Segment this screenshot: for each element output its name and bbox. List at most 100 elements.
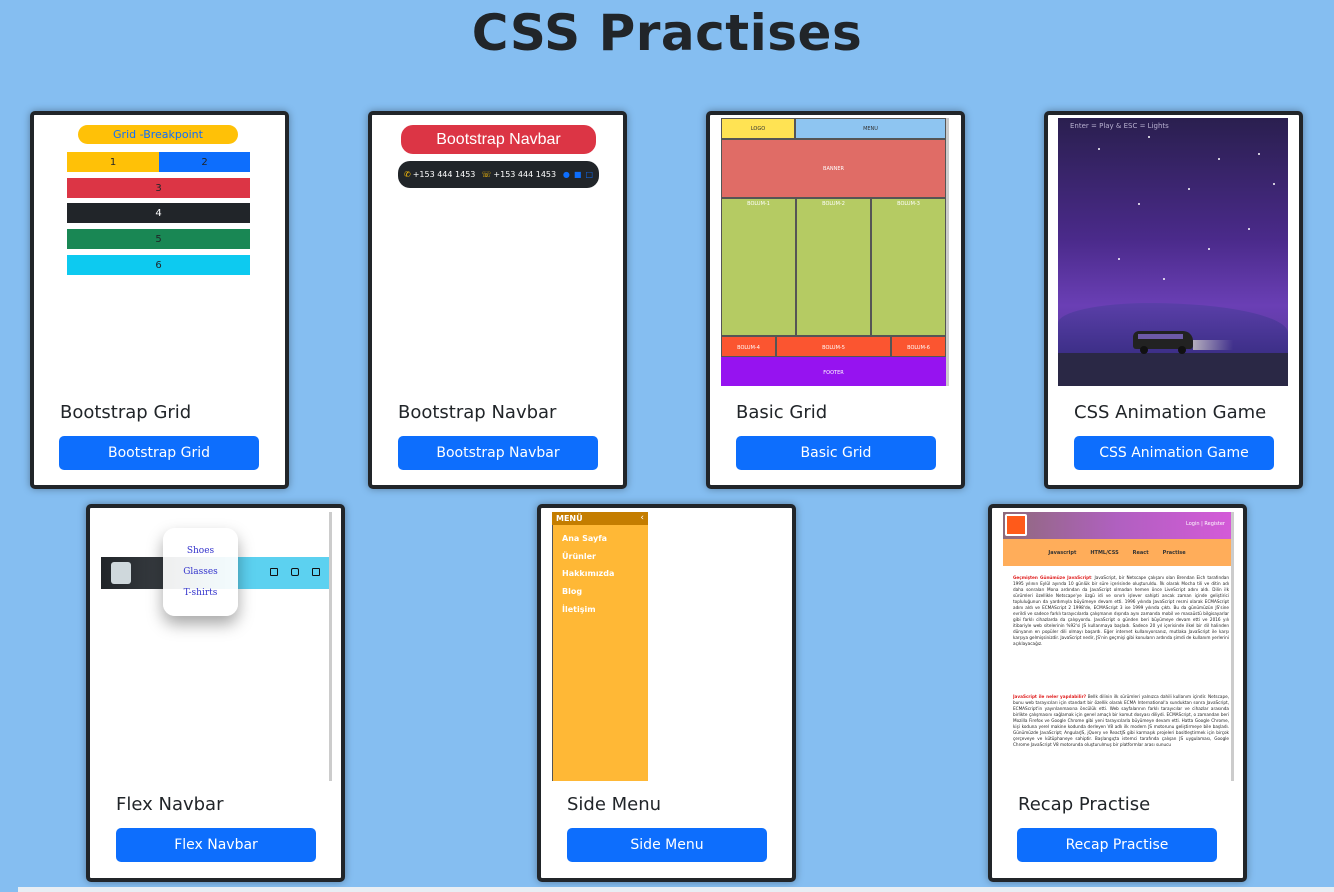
grid-bolum-5: BOLUM-5 [776, 336, 891, 357]
chevron-left-icon[interactable]: ‹ [640, 514, 644, 523]
recap-heading-1: Geçmişten Günümüze JavaScript [1013, 575, 1092, 580]
recap-header: Login | Register [1003, 512, 1231, 539]
twitter-icon[interactable] [270, 568, 278, 576]
side-menu-item[interactable]: Ürünler [562, 552, 596, 561]
van-wheel [1178, 346, 1186, 354]
grid-bolum-1: BOLUM-1 [721, 198, 796, 336]
grid-bolum-6: BOLUM-6 [891, 336, 946, 357]
star [1188, 188, 1190, 190]
grid-cell-6: 6 [67, 255, 250, 275]
recap-paragraph-1: Geçmişten Günümüze JavaScript: JavaScrip… [1013, 575, 1229, 647]
van-wheel [1140, 346, 1148, 354]
bottom-scrollbar[interactable] [18, 887, 1334, 892]
star [1273, 183, 1275, 185]
thumbnail-recap: Login | Register Javascript HTML/CSS Rea… [1003, 512, 1234, 781]
grid-cell-2: 2 [159, 152, 250, 172]
twitter-icon: ● [562, 170, 570, 179]
recap-nav: Javascript HTML/CSS React Practise [1003, 539, 1231, 566]
css-animation-game-button[interactable]: CSS Animation Game [1074, 436, 1274, 470]
nav-react[interactable]: React [1133, 550, 1149, 556]
instagram-icon: □ [585, 170, 593, 179]
project-card-side-menu: MENÜ ‹ Ana Sayfa Ürünler Hakkımızda Blog… [537, 504, 796, 882]
thumbnail-bootstrap-grid: Grid -Breakpoint 1 2 3 4 5 6 [34, 115, 285, 390]
flex-navbar-button[interactable]: Flex Navbar [116, 828, 316, 862]
navbar-contact-bar: ✆ +153 444 1453 ☏ +153 444 1453 ● ■ □ [398, 161, 599, 188]
side-menu-header: MENÜ ‹ [552, 512, 648, 525]
star [1248, 228, 1250, 230]
dropdown-item-shoes[interactable]: Shoes [163, 546, 238, 556]
card-title: Basic Grid [736, 402, 828, 423]
recap-text-2: Bellk dilinin ilk sürümleri yalnızca dah… [1013, 694, 1229, 747]
thumbnail-basic-grid: LOGO MENU BANNER BOLUM-1 BOLUM-2 BOLUM-3… [721, 118, 949, 386]
page-title: CSS Practises [471, 4, 863, 62]
star [1163, 278, 1165, 280]
star [1148, 136, 1150, 138]
project-card-bootstrap-grid: Grid -Breakpoint 1 2 3 4 5 6 Bootstrap G… [30, 111, 289, 489]
card-title: Side Menu [567, 794, 662, 815]
bootstrap-grid-button[interactable]: Bootstrap Grid [59, 436, 259, 470]
project-card-css-animation-game: Enter = Play & ESC = Lights CSS Animatio… [1044, 111, 1303, 489]
bootstrap-navbar-button[interactable]: Bootstrap Navbar [398, 436, 598, 470]
headlight-beam [1193, 340, 1233, 350]
side-menu-item[interactable]: İletişim [562, 605, 596, 614]
thumbnail-side-menu: MENÜ ‹ Ana Sayfa Ürünler Hakkımızda Blog… [552, 512, 783, 781]
grid-bolum-2: BOLUM-2 [796, 198, 871, 336]
grid-bolum-3: BOLUM-3 [871, 198, 946, 336]
project-card-bootstrap-navbar: Bootstrap Navbar ✆ +153 444 1453 ☏ +153 … [368, 111, 627, 489]
dropdown-item-tshirts[interactable]: T-shirts [163, 588, 238, 598]
side-menu-item[interactable]: Blog [562, 587, 582, 596]
navbar-banner: Bootstrap Navbar [401, 125, 596, 154]
project-card-flex-navbar: Shoes Glasses T-shirts Flex Navbar Flex … [86, 504, 345, 882]
thumbnail-flex-navbar: Shoes Glasses T-shirts [101, 512, 332, 781]
grid-header: Grid -Breakpoint [78, 125, 238, 144]
grid-banner: BANNER [721, 139, 946, 198]
grid-cell-1: 1 [67, 152, 159, 172]
game-hint: Enter = Play & ESC = Lights [1070, 122, 1169, 130]
card-title: Bootstrap Grid [60, 402, 192, 423]
phone-number-1: +153 444 1453 [412, 170, 476, 179]
recap-heading-2: JavaScript ile neler yapılabilir? [1013, 694, 1087, 699]
road [1058, 353, 1288, 386]
logo-icon [1005, 514, 1027, 536]
star [1208, 248, 1210, 250]
card-title: CSS Animation Game [1074, 402, 1267, 423]
basic-grid-button[interactable]: Basic Grid [736, 436, 936, 470]
avatar [111, 562, 131, 584]
star [1258, 153, 1260, 155]
nav-practise[interactable]: Practise [1163, 550, 1186, 556]
grid-logo: LOGO [721, 118, 795, 139]
phone-number-2: +153 444 1453 [493, 170, 557, 179]
side-menu-item[interactable]: Ana Sayfa [562, 534, 607, 543]
recap-text-1: : JavaScript, bir Netscape çalışanı olan… [1013, 575, 1229, 646]
facebook-icon[interactable] [312, 568, 320, 576]
grid-bolum-4: BOLUM-4 [721, 336, 776, 357]
star [1098, 148, 1100, 150]
project-card-recap-practise: Login | Register Javascript HTML/CSS Rea… [988, 504, 1247, 882]
recap-practise-button[interactable]: Recap Practise [1017, 828, 1217, 862]
whatsapp-icon: ☏ [481, 170, 492, 179]
project-card-basic-grid: LOGO MENU BANNER BOLUM-1 BOLUM-2 BOLUM-3… [706, 111, 965, 489]
star [1118, 258, 1120, 260]
grid-footer: FOOTER [721, 357, 946, 386]
card-title: Bootstrap Navbar [398, 402, 557, 423]
side-menu-item[interactable]: Hakkımızda [562, 569, 614, 578]
card-title: Flex Navbar [116, 794, 224, 815]
phone-icon: ✆ [404, 170, 411, 179]
nav-javascript[interactable]: Javascript [1048, 550, 1076, 556]
van-window [1138, 334, 1183, 339]
login-register-link[interactable]: Login | Register [1186, 521, 1225, 527]
side-menu-button[interactable]: Side Menu [567, 828, 767, 862]
nav-html-css[interactable]: HTML/CSS [1090, 550, 1118, 556]
youtube-icon: ■ [573, 170, 582, 179]
star [1218, 158, 1220, 160]
star [1138, 203, 1140, 205]
thumbnail-bootstrap-navbar: Bootstrap Navbar ✆ +153 444 1453 ☏ +153 … [372, 115, 623, 390]
thumbnail-animation-game: Enter = Play & ESC = Lights [1058, 118, 1288, 386]
dropdown-item-glasses[interactable]: Glasses [163, 567, 238, 577]
grid-cell-4: 4 [67, 203, 250, 223]
card-title: Recap Practise [1018, 794, 1151, 815]
instagram-icon[interactable] [291, 568, 299, 576]
recap-paragraph-2: JavaScript ile neler yapılabilir? Bellk … [1013, 694, 1229, 778]
grid-menu: MENU [795, 118, 946, 139]
grid-cell-3: 3 [67, 178, 250, 198]
